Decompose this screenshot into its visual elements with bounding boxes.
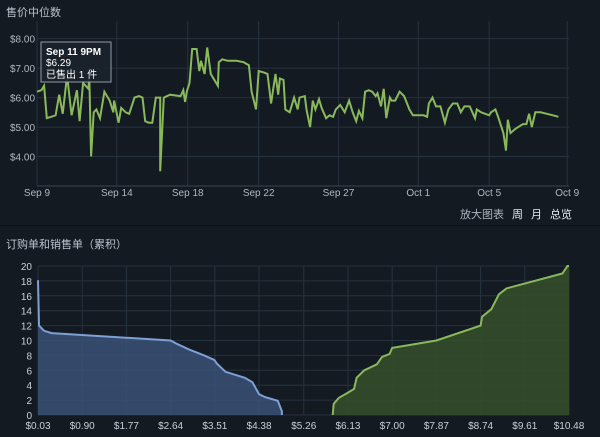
orders-y-tick-label: 10	[21, 337, 33, 348]
orders-y-tick-label: 12	[21, 322, 33, 333]
orders-x-tick-label: $10.48	[554, 421, 585, 432]
orders-y-ticks: 02468101214161820	[21, 262, 33, 422]
orders-x-ticks: $0.03 $0.90 $1.77 $2.64 $3.51 $4.38 $5.26 $6.13…	[25, 421, 584, 432]
orders-x-tick-label: $6.13	[335, 421, 360, 432]
orders-y-tick-label: 2	[26, 396, 32, 407]
orders-x-tick-label: $0.90	[70, 421, 95, 432]
orders-y-tick-label: 4	[26, 381, 32, 392]
orders-y-tick-label: 18	[21, 277, 33, 288]
orders-y-tick-label: 20	[21, 262, 33, 273]
orders-x-tick-label: $7.87	[424, 421, 449, 432]
orders-x-tick-label: $1.77	[114, 421, 139, 432]
orders-x-tick-label: $5.26	[291, 421, 316, 432]
orders-x-tick-label: $7.00	[380, 421, 405, 432]
orders-chart[interactable]: 02468101214161820 $0.03 $0.90 $1.77 $2.64 $3…	[0, 0, 600, 437]
orders-y-tick-label: 6	[26, 366, 32, 377]
orders-x-tick-label: $3.51	[202, 421, 227, 432]
orders-x-tick-label: $0.03	[25, 421, 50, 432]
orders-x-tick-label: $4.38	[247, 421, 272, 432]
orders-y-tick-label: 16	[21, 292, 33, 303]
buy-orders-area[interactable]	[38, 280, 282, 415]
orders-x-tick-label: $2.64	[158, 421, 183, 432]
orders-y-tick-label: 8	[26, 351, 32, 362]
orders-y-tick-label: 14	[21, 307, 33, 318]
orders-x-tick-label: $9.61	[512, 421, 537, 432]
orders-x-tick-label: $8.74	[468, 421, 493, 432]
